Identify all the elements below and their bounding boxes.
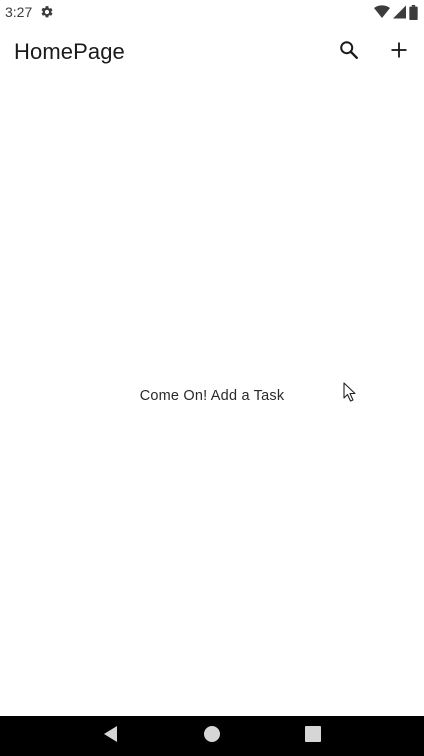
recents-button[interactable] [293,716,333,756]
recents-icon [305,725,322,747]
navigation-bar [0,716,424,756]
signal-icon [393,5,406,19]
app-bar-actions [324,24,424,80]
add-icon [389,40,409,65]
back-icon [102,725,120,748]
mouse-cursor-icon [343,382,357,407]
search-icon [338,39,360,66]
add-task-button[interactable] [374,24,424,80]
status-left: 3:27 [5,4,54,20]
home-button[interactable] [192,716,232,756]
status-time: 3:27 [5,4,33,20]
wifi-icon [374,5,390,19]
search-button[interactable] [324,24,374,80]
empty-state-message: Come On! Add a Task [139,388,285,404]
battery-icon [409,4,418,20]
back-button[interactable] [91,716,131,756]
status-right [374,4,418,20]
settings-icon [40,5,54,19]
screen: 3:27 HomePage Come On! Add a Task [0,0,424,756]
app-bar: HomePage [0,24,424,80]
page-title: HomePage [14,39,125,64]
status-bar: 3:27 [0,0,424,24]
home-icon [203,725,221,748]
